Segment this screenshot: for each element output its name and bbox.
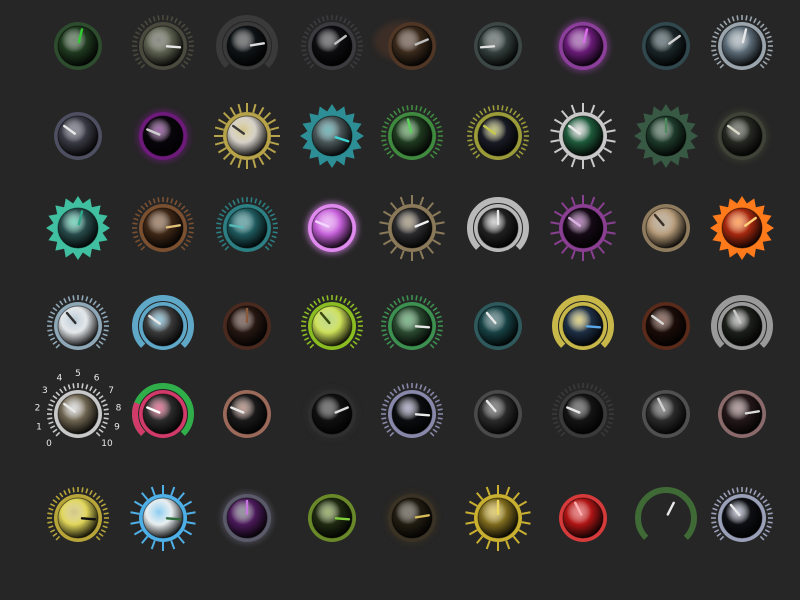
knob-k41[interactable] — [381, 383, 443, 438]
scale-label: 3 — [42, 386, 48, 396]
scale-label: 1 — [36, 423, 42, 433]
pointer-indicator — [414, 413, 431, 417]
knob-k35[interactable] — [642, 302, 690, 350]
pointer-indicator — [666, 501, 675, 516]
knob-k42[interactable] — [474, 390, 522, 438]
knob-k54[interactable] — [711, 487, 773, 542]
knob-gallery: 01 234 5 678 910 — [35, 15, 774, 551]
knob-k45[interactable] — [718, 390, 766, 438]
knob-k51[interactable] — [465, 485, 531, 551]
knob-k50[interactable] — [386, 492, 438, 544]
knob-k18[interactable] — [716, 110, 768, 162]
scale-label: 10 — [101, 439, 113, 449]
knob-k30[interactable] — [223, 302, 271, 350]
knob-k47[interactable] — [130, 485, 196, 551]
knob-k08[interactable] — [642, 22, 690, 70]
pointer-indicator — [479, 45, 496, 49]
knob-k01[interactable] — [54, 22, 102, 70]
scale-label: 9 — [114, 423, 120, 433]
knob-k03[interactable] — [216, 15, 278, 70]
pointer-indicator — [165, 45, 182, 49]
scale-label: 0 — [46, 439, 52, 449]
knob-k49[interactable] — [308, 494, 356, 542]
knob-k43[interactable] — [552, 383, 614, 438]
knob-k21[interactable] — [216, 197, 278, 252]
knob-k39[interactable] — [223, 390, 271, 438]
pointer-indicator — [585, 325, 602, 329]
knob-k33[interactable] — [474, 302, 522, 350]
scale-label: 4 — [57, 373, 63, 383]
knob-k52[interactable] — [559, 494, 607, 542]
pointer-indicator — [334, 517, 351, 521]
knob-k23[interactable] — [379, 195, 445, 261]
value-arc-track — [635, 487, 697, 540]
knob-k40[interactable] — [306, 388, 358, 440]
knob-k13[interactable] — [300, 104, 364, 168]
knob-k09[interactable] — [711, 15, 773, 70]
knob-k19[interactable] — [46, 196, 110, 260]
knob-k37[interactable]: 01 234 5 678 910 — [35, 369, 122, 449]
knob-k11[interactable] — [137, 110, 189, 162]
knob-k28[interactable] — [47, 295, 109, 350]
knob-k15[interactable] — [467, 105, 529, 160]
pointer-indicator — [165, 517, 182, 521]
knob-k07[interactable] — [557, 20, 609, 72]
knob-k48[interactable] — [221, 492, 273, 544]
knob-k20[interactable] — [132, 197, 194, 252]
knob-k27[interactable] — [710, 196, 774, 260]
knob-k05[interactable] — [374, 21, 436, 70]
knob-k06[interactable] — [474, 22, 522, 70]
knob-k32[interactable] — [381, 295, 443, 350]
knob-k12[interactable] — [214, 103, 280, 169]
knob-k26[interactable] — [642, 204, 690, 252]
knob-k53[interactable] — [635, 487, 697, 540]
knob-k16[interactable] — [550, 103, 616, 169]
knob-k36[interactable] — [711, 295, 773, 350]
knob-k29[interactable] — [132, 295, 194, 350]
knob-k22[interactable] — [306, 202, 358, 254]
knob-k25[interactable] — [550, 195, 616, 261]
knob-k02[interactable] — [132, 15, 194, 70]
scale-label: 6 — [94, 373, 100, 383]
knob-k44[interactable] — [642, 390, 690, 438]
knob-k04[interactable] — [301, 15, 363, 70]
scale-label: 5 — [75, 369, 81, 379]
knob-k14[interactable] — [381, 105, 443, 160]
knob-k38[interactable] — [132, 383, 194, 438]
knob-k31[interactable] — [301, 295, 363, 350]
knob-k10[interactable] — [54, 112, 102, 160]
scale-label: 8 — [116, 404, 122, 414]
knob-k46[interactable] — [47, 487, 109, 542]
knob-k17[interactable] — [634, 104, 698, 168]
knob-k24[interactable] — [467, 197, 529, 252]
scale-label: 7 — [108, 386, 114, 396]
scale-label: 2 — [35, 404, 41, 414]
pointer-indicator — [80, 517, 97, 521]
pointer-indicator — [414, 325, 431, 329]
knob-k34[interactable] — [552, 295, 614, 350]
